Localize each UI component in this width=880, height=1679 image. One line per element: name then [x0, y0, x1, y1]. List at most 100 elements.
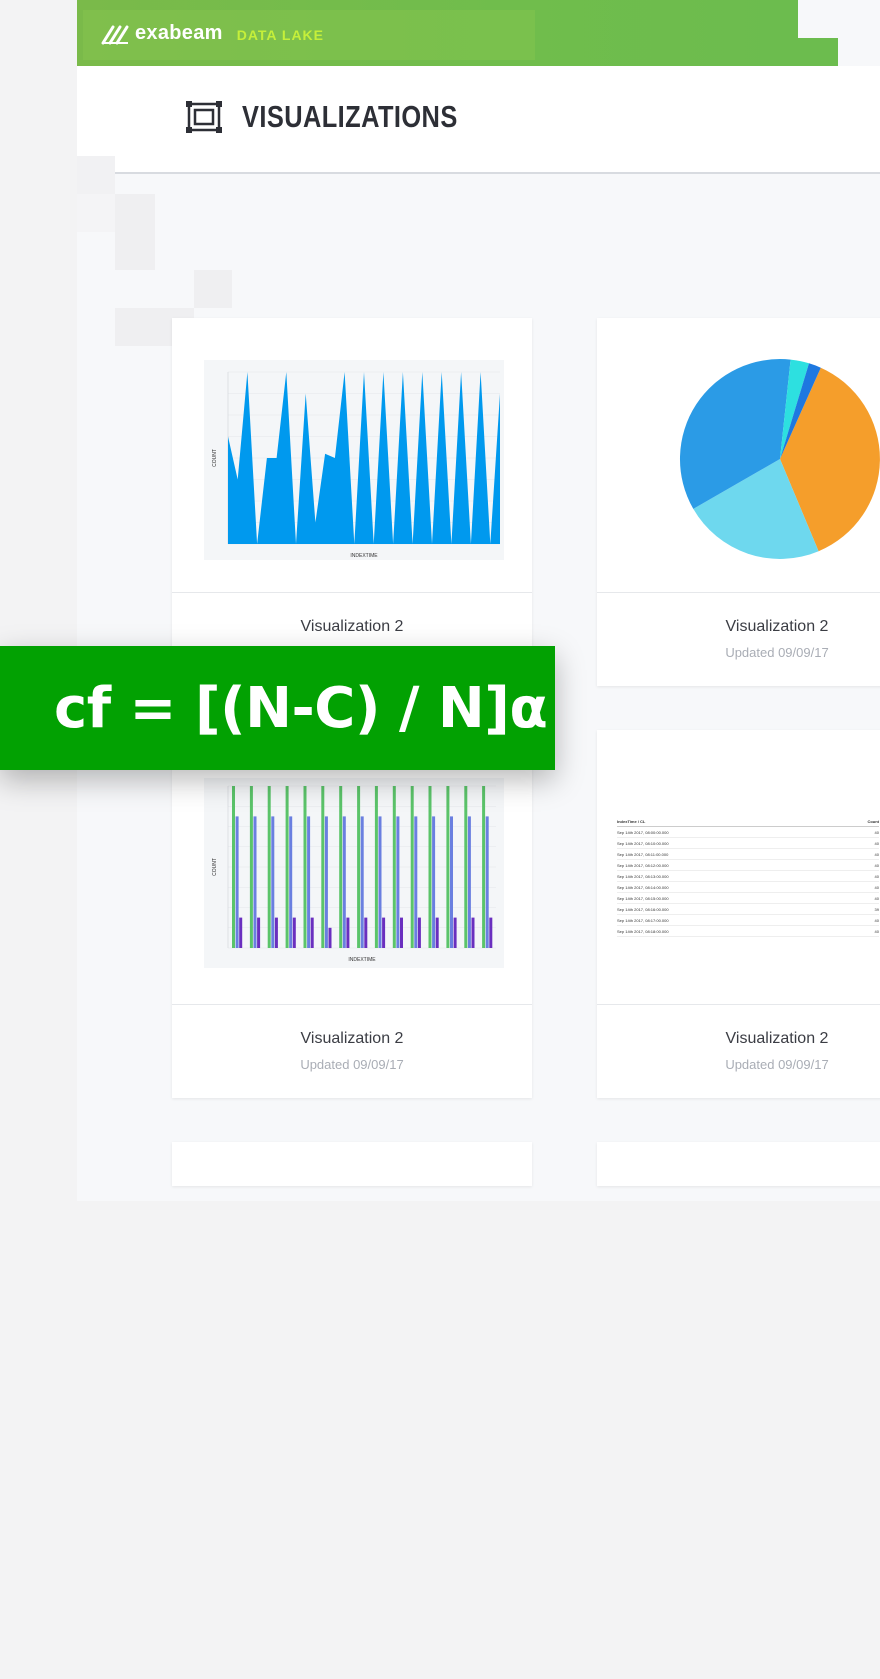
bar	[292, 917, 296, 948]
decor-square	[77, 156, 115, 194]
visualization-card[interactable]	[597, 1142, 880, 1186]
bar	[432, 816, 436, 948]
visualization-frame-icon	[186, 101, 222, 133]
table-cell: 40	[874, 862, 879, 868]
card-updated-date: Updated 09/09/17	[725, 1057, 829, 1072]
bar	[450, 816, 453, 948]
bar	[364, 917, 368, 948]
bar	[346, 917, 350, 948]
card-updated-date: Updated 09/09/17	[300, 1057, 404, 1072]
bar	[435, 917, 439, 948]
table-cell: 40	[874, 895, 879, 901]
card-preview: INDEXTIME COUNT	[172, 318, 532, 593]
table-row: Sep 14th 2017, 08:17:00.000 40	[617, 915, 879, 926]
table-row: Sep 14th 2017, 08:00:00.000 40	[617, 827, 879, 838]
card-preview	[597, 318, 880, 593]
table-cell: 40	[874, 917, 879, 923]
page-title: VISUALIZATIONS	[242, 99, 458, 134]
visualization-card[interactable]: Visualization 2 Updated 09/09/17	[597, 318, 880, 686]
bar	[328, 927, 332, 949]
area-chart-preview: INDEXTIME COUNT	[204, 360, 504, 560]
bar	[232, 786, 235, 948]
bar	[414, 816, 418, 948]
decor-square	[194, 270, 232, 308]
table-cell: 40	[874, 928, 879, 934]
card-preview: INDEXTIME COUNT	[172, 730, 532, 1005]
decor-square	[77, 194, 115, 232]
bar	[489, 917, 493, 948]
bar	[249, 786, 253, 948]
bar	[357, 786, 361, 948]
table-cell: Sep 14th 2017, 08:13:00.000	[617, 873, 669, 879]
card-preview: IndexTime / CL Count Sep 14th 2017, 08:00:…	[597, 730, 880, 1005]
table-cell: Sep 14th 2017, 08:17:00.000	[617, 917, 669, 923]
bar	[485, 816, 489, 948]
table-cell: Sep 14th 2017, 08:14:00.000	[617, 884, 669, 890]
table-header-cell[interactable]: Count	[867, 819, 879, 824]
bar	[446, 786, 450, 948]
table-row: Sep 14th 2017, 08:15:00.000 40	[617, 893, 879, 904]
bar	[382, 917, 386, 948]
bar	[339, 786, 343, 948]
card-title: Visualization 2	[725, 618, 829, 635]
visualization-card[interactable]: INDEXTIME COUNT Visualization 2	[172, 318, 532, 686]
bar	[289, 816, 293, 948]
brand-product: DATA LAKE	[236, 27, 325, 43]
table-cell: Sep 14th 2017, 08:11:00.000	[617, 851, 669, 857]
bar	[274, 917, 278, 948]
bar	[239, 917, 243, 948]
bar	[324, 816, 328, 948]
bar	[378, 816, 382, 948]
card-title: Visualization 2	[725, 1030, 829, 1047]
pie-chart-preview	[679, 359, 880, 559]
table-cell: 40	[874, 829, 879, 835]
table-cell: 40	[874, 884, 879, 890]
table-cell: Sep 14th 2017, 08:18:00.000	[617, 928, 669, 934]
table-row: Sep 14th 2017, 08:10:00.000 40	[617, 838, 879, 849]
brand-logo[interactable]: exabeam DATA LAKE	[101, 22, 324, 45]
bar	[417, 917, 421, 948]
table-header-cell[interactable]: IndexTime / CL	[617, 819, 645, 824]
table-cell: 40	[874, 840, 879, 846]
table-row: Sep 14th 2017, 08:11:00.000 40	[617, 849, 879, 860]
visualization-card[interactable]: INDEXTIME COUNT Visualization 2 Updated 0…	[172, 730, 532, 1098]
table-preview: IndexTime / CL Count Sep 14th 2017, 08:00:…	[617, 816, 879, 937]
visualization-card[interactable]	[172, 1142, 532, 1186]
bar	[307, 816, 311, 948]
bar	[285, 786, 289, 948]
table-cell: 40	[874, 851, 879, 857]
bar	[303, 786, 307, 948]
bar	[396, 816, 400, 948]
card-title: Visualization 2	[300, 1030, 404, 1047]
table-cell: Sep 14th 2017, 08:16:00.000	[617, 906, 669, 912]
app-frame: exabeam DATA LAKE VISUALIZATIONS INDEXTI…	[77, 0, 880, 1201]
table-cell: Sep 14th 2017, 08:00:00.000	[617, 829, 669, 835]
bar	[235, 816, 239, 948]
bar	[360, 816, 364, 948]
bar	[267, 786, 271, 948]
bar	[310, 917, 314, 948]
bar	[400, 917, 403, 948]
bar	[253, 816, 257, 948]
bar	[374, 786, 378, 948]
area-series	[228, 372, 500, 544]
bar	[428, 786, 432, 948]
table-cell: 40	[874, 873, 879, 879]
table-header-row: IndexTime / CL Count	[617, 816, 879, 827]
table-row: Sep 14th 2017, 08:14:00.000 40	[617, 882, 879, 893]
x-axis-label: INDEXTIME	[350, 553, 378, 559]
decor-square	[115, 194, 155, 270]
table-row: Sep 14th 2017, 08:12:00.000 40	[617, 860, 879, 871]
card-title: Visualization 2	[300, 618, 404, 635]
table-cell: Sep 14th 2017, 08:10:00.000	[617, 840, 669, 846]
bar	[482, 786, 486, 948]
visualization-card[interactable]: IndexTime / CL Count Sep 14th 2017, 08:00:…	[597, 730, 880, 1098]
brand-name: exabeam	[135, 22, 223, 44]
table-row: Sep 14th 2017, 08:16:00.000 39	[617, 904, 879, 915]
bar	[467, 816, 471, 948]
x-axis-label: INDEXTIME	[348, 957, 376, 963]
formula-text: cf = [(N-C) / N]α	[54, 676, 548, 741]
y-axis-label: COUNT	[212, 858, 218, 876]
table-row: Sep 14th 2017, 08:18:00.000 40	[617, 926, 879, 937]
page-header: VISUALIZATIONS	[77, 66, 880, 174]
